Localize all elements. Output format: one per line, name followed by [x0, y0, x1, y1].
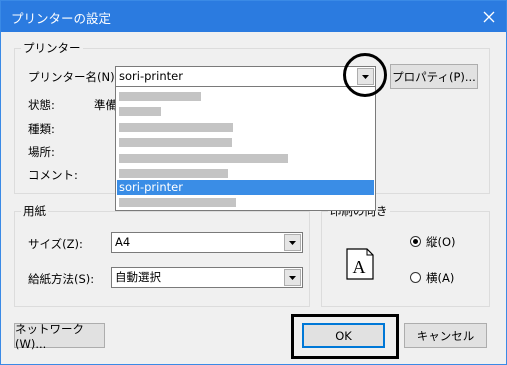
list-item[interactable]	[117, 195, 374, 210]
network-button[interactable]: ネットワーク(W)...	[14, 321, 105, 351]
chevron-down-icon	[289, 275, 296, 280]
list-item-label: sori-printer	[119, 180, 183, 194]
list-item[interactable]	[117, 135, 374, 150]
properties-button-label: プロパティ(P)...	[392, 69, 476, 84]
landscape-label: 横(A)	[426, 271, 455, 285]
landscape-radio[interactable]	[410, 272, 421, 283]
redacted-printer-name	[119, 169, 228, 178]
portrait-radio[interactable]	[410, 236, 421, 247]
redacted-printer-name	[119, 107, 161, 116]
location-label: 場所:	[28, 145, 55, 159]
paper-size-combo[interactable]: A4	[111, 232, 303, 253]
type-label: 種類:	[28, 122, 55, 136]
list-item-selected[interactable]: sori-printer	[117, 180, 374, 195]
paper-source-combo[interactable]: 自動選択	[111, 267, 303, 288]
annotation-rectangle	[291, 314, 399, 359]
list-item[interactable]	[117, 166, 374, 181]
status-value: 準備	[94, 98, 117, 112]
redacted-printer-name	[119, 123, 233, 132]
window-title: プリンターの設定	[11, 11, 112, 26]
paper-size-label: サイズ(Z):	[28, 237, 83, 251]
paper-source-dropdown-button[interactable]	[284, 269, 301, 286]
portrait-label: 縦(O)	[426, 235, 456, 249]
printer-dropdown-list: sori-printer	[115, 86, 376, 211]
cancel-button-label: キャンセル	[416, 328, 475, 343]
paper-source-value: 自動選択	[115, 270, 161, 284]
annotation-circle	[343, 53, 387, 97]
redacted-printer-name	[119, 138, 232, 147]
close-button[interactable]	[472, 1, 506, 32]
printer-name-value: sori-printer	[119, 69, 183, 83]
page-preview-letter: A	[353, 257, 366, 277]
close-icon	[483, 11, 495, 22]
title-bar: プリンターの設定	[1, 1, 506, 32]
portrait-page-icon: A	[346, 248, 374, 280]
paper-size-value: A4	[115, 235, 131, 249]
printer-name-label: プリンター名(N):	[28, 70, 119, 84]
paper-group-label: 用紙	[21, 204, 48, 218]
redacted-printer-name	[119, 198, 236, 207]
list-item[interactable]	[117, 89, 374, 104]
chevron-down-icon	[289, 240, 296, 245]
comment-label: コメント:	[28, 168, 78, 182]
list-item[interactable]	[117, 120, 374, 135]
paper-source-label: 給紙方法(S):	[28, 272, 95, 286]
status-label: 状態:	[28, 98, 55, 112]
cancel-button[interactable]: キャンセル	[404, 323, 487, 348]
paper-size-dropdown-button[interactable]	[284, 234, 301, 251]
redacted-printer-name	[119, 154, 288, 163]
printer-group-label: プリンター	[21, 41, 83, 55]
paper-group: 用紙	[14, 204, 310, 307]
list-item[interactable]	[117, 104, 374, 119]
network-button-label: ネットワーク(W)...	[15, 321, 84, 351]
list-item[interactable]	[117, 151, 374, 166]
printer-settings-dialog: プリンターの設定 プリンター プリンター名(N): sori-printer プ…	[0, 0, 507, 365]
redacted-printer-name	[119, 92, 201, 101]
properties-button[interactable]: プロパティ(P)...	[390, 64, 478, 89]
printer-name-combo[interactable]: sori-printer	[115, 66, 376, 87]
